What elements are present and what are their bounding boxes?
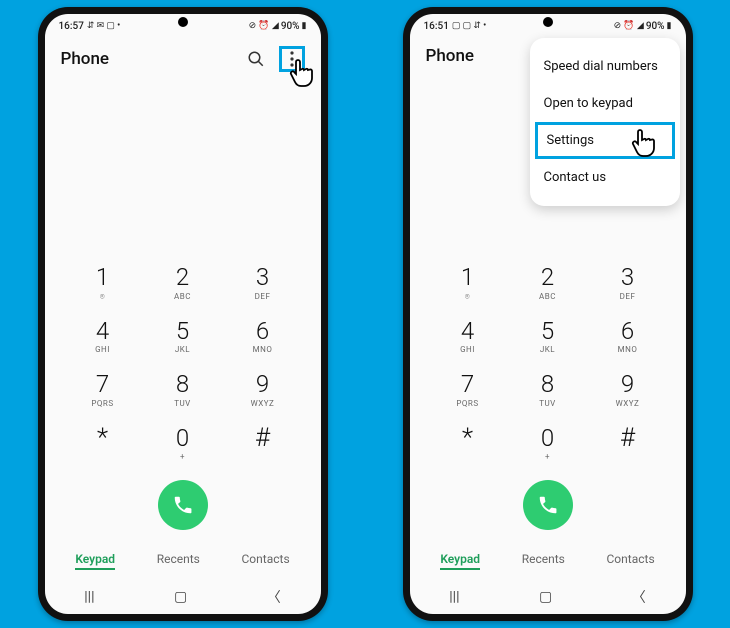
key-2[interactable]: 2ABC (148, 260, 218, 305)
voicemail-icon: ⌾ (433, 292, 503, 302)
app-title: Phone (426, 46, 475, 66)
keypad: 1⌾ 2ABC 3DEF 4GHI 5JKL 6MNO 7PQRS 8TUV 9… (410, 260, 686, 546)
key-0[interactable]: 0+ (148, 421, 218, 466)
camera-notch (178, 17, 188, 27)
key-hash[interactable]: # (228, 421, 298, 466)
tab-contacts[interactable]: Contacts (607, 552, 655, 570)
camera-notch (543, 17, 553, 27)
status-icons-left: ▢ ▢ ⇵ • (452, 21, 486, 31)
status-icons-right: ⊘ ⏰ ◢ (249, 21, 279, 31)
system-navbar: ||| ▢ 〈 (45, 580, 321, 614)
app-title: Phone (61, 49, 110, 69)
tab-keypad[interactable]: Keypad (75, 552, 115, 570)
call-button[interactable] (523, 480, 573, 530)
phone-screen-right: 16:51 ▢ ▢ ⇵ • ⊘ ⏰ ◢ 90% ▮ Phone Speed di… (410, 14, 686, 614)
menu-contact-us[interactable]: Contact us (530, 159, 680, 196)
phone-frame-left: 16:57 ⇵ ✉ ▢ • ⊘ ⏰ ◢ 90% ▮ Phone (38, 7, 328, 621)
key-8[interactable]: 8TUV (513, 367, 583, 412)
key-6[interactable]: 6MNO (228, 314, 298, 359)
system-navbar: ||| ▢ 〈 (410, 580, 686, 614)
key-4[interactable]: 4GHI (433, 314, 503, 359)
phone-frame-right: 16:51 ▢ ▢ ⇵ • ⊘ ⏰ ◢ 90% ▮ Phone Speed di… (403, 7, 693, 621)
key-3[interactable]: 3DEF (228, 260, 298, 305)
bottom-tabs: Keypad Recents Contacts (45, 546, 321, 580)
key-4[interactable]: 4GHI (68, 314, 138, 359)
key-6[interactable]: 6MNO (593, 314, 663, 359)
battery-icon: ▮ (667, 21, 672, 31)
app-header: Phone (45, 36, 321, 80)
key-1[interactable]: 1⌾ (68, 260, 138, 305)
key-8[interactable]: 8TUV (148, 367, 218, 412)
search-icon[interactable] (243, 46, 269, 72)
key-7[interactable]: 7PQRS (433, 367, 503, 412)
status-icons-left: ⇵ ✉ ▢ • (87, 21, 120, 31)
key-star[interactable]: * (433, 421, 503, 466)
nav-recents[interactable]: ||| (449, 589, 459, 605)
battery-text: 90% (281, 21, 300, 32)
status-time: 16:57 (59, 21, 84, 32)
key-9[interactable]: 9WXYZ (228, 367, 298, 412)
voicemail-icon: ⌾ (68, 292, 138, 302)
battery-icon: ▮ (302, 21, 307, 31)
status-icons-right: ⊘ ⏰ ◢ (614, 21, 644, 31)
key-5[interactable]: 5JKL (148, 314, 218, 359)
nav-back[interactable]: 〈 (267, 587, 281, 607)
menu-speed-dial[interactable]: Speed dial numbers (530, 48, 680, 85)
overflow-menu: Speed dial numbers Open to keypad Settin… (530, 38, 680, 206)
bottom-tabs: Keypad Recents Contacts (410, 546, 686, 580)
key-1[interactable]: 1⌾ (433, 260, 503, 305)
phone-screen-left: 16:57 ⇵ ✉ ▢ • ⊘ ⏰ ◢ 90% ▮ Phone (45, 14, 321, 614)
nav-home[interactable]: ▢ (539, 589, 552, 605)
keypad: 1⌾ 2ABC 3DEF 4GHI 5JKL 6MNO 7PQRS 8TUV 9… (45, 260, 321, 546)
nav-home[interactable]: ▢ (174, 589, 187, 605)
battery-text: 90% (646, 21, 665, 32)
key-7[interactable]: 7PQRS (68, 367, 138, 412)
key-hash[interactable]: # (593, 421, 663, 466)
tab-keypad[interactable]: Keypad (440, 552, 480, 570)
key-2[interactable]: 2ABC (513, 260, 583, 305)
tab-contacts[interactable]: Contacts (242, 552, 290, 570)
key-0[interactable]: 0+ (513, 421, 583, 466)
nav-back[interactable]: 〈 (632, 587, 646, 607)
tab-recents[interactable]: Recents (522, 552, 565, 570)
key-9[interactable]: 9WXYZ (593, 367, 663, 412)
key-star[interactable]: * (68, 421, 138, 466)
menu-open-keypad[interactable]: Open to keypad (530, 85, 680, 122)
tab-recents[interactable]: Recents (157, 552, 200, 570)
more-options-icon[interactable] (279, 46, 305, 72)
key-5[interactable]: 5JKL (513, 314, 583, 359)
key-3[interactable]: 3DEF (593, 260, 663, 305)
call-button[interactable] (158, 480, 208, 530)
nav-recents[interactable]: ||| (84, 589, 94, 605)
status-time: 16:51 (424, 21, 449, 32)
menu-settings[interactable]: Settings (535, 122, 675, 159)
